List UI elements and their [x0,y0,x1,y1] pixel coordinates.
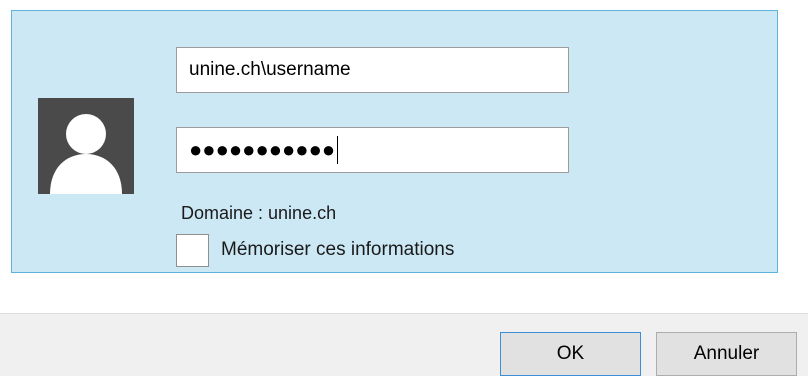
credential-tile: unine.ch\username ●●●●●●●●●●● Domaine : … [11,10,778,273]
domain-label: Domaine : unine.ch [181,203,337,223]
remember-credentials-label[interactable]: Mémoriser ces informations [221,239,454,261]
password-mask: ●●●●●●●●●●● [189,137,336,162]
ok-button[interactable]: OK [500,332,641,376]
remember-credentials-row: Mémoriser ces informations [176,232,454,268]
remember-credentials-checkbox[interactable] [176,233,209,267]
user-avatar [38,98,134,194]
dialog-button-bar: OK Annuler [0,313,808,376]
user-silhouette-icon [50,114,122,194]
password-input[interactable]: ●●●●●●●●●●● [176,127,569,173]
text-caret [337,136,339,164]
username-input[interactable]: unine.ch\username [176,47,569,93]
username-value: unine.ch\username [189,59,351,80]
cancel-button[interactable]: Annuler [656,332,797,376]
credential-dialog: unine.ch\username ●●●●●●●●●●● Domaine : … [0,0,808,376]
